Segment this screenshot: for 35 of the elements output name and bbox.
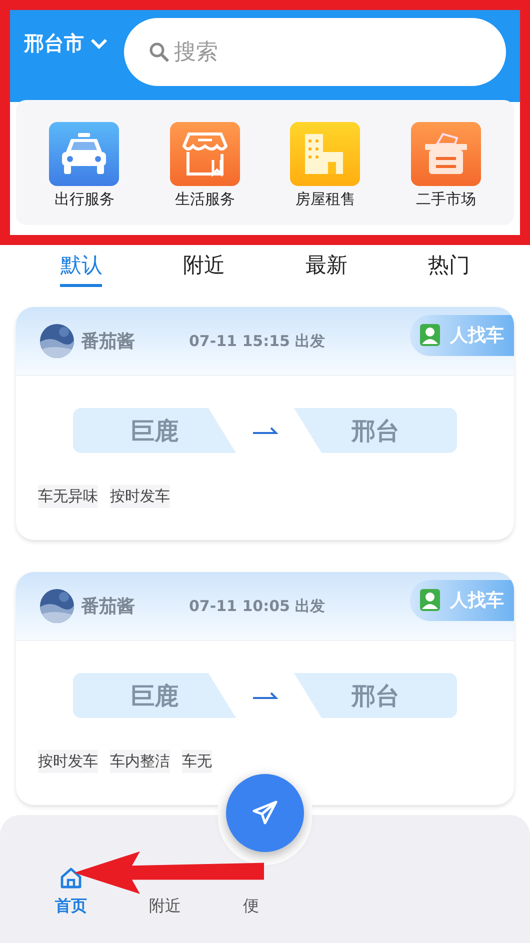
tag: 按时发车 bbox=[38, 750, 98, 773]
tag: 车无异味 bbox=[38, 485, 98, 508]
service-item[interactable]: 出行服务 bbox=[34, 122, 134, 209]
tag: 车内整洁 bbox=[110, 750, 170, 773]
origin-label: 巨鹿 bbox=[73, 673, 236, 718]
tag: 按时发车 bbox=[110, 485, 170, 508]
home-icon bbox=[59, 866, 83, 890]
chevron-icon bbox=[90, 38, 108, 50]
destination-label: 邢台 bbox=[294, 673, 457, 718]
service-item[interactable]: 生活服务 bbox=[154, 122, 255, 209]
shop-icon bbox=[170, 122, 240, 186]
search-field[interactable]: 搜索 bbox=[124, 18, 506, 86]
service-item[interactable]: 房屋租售 bbox=[275, 122, 376, 209]
building-icon bbox=[290, 122, 360, 186]
departure-time: 07-11 10:05 出发 bbox=[189, 596, 326, 616]
tab[interactable]: 附近 bbox=[182, 251, 225, 287]
nav-item[interactable]: 附近 bbox=[149, 896, 181, 917]
origin-label: 巨鹿 bbox=[73, 408, 236, 453]
nav-item[interactable]: 首页 bbox=[55, 866, 87, 917]
trip-type-badge: 人找车 bbox=[410, 314, 514, 356]
trip-type-badge: 人找车 bbox=[410, 580, 514, 620]
service-item[interactable]: 二手市场 bbox=[396, 122, 496, 209]
destination-label: 邢台 bbox=[294, 408, 457, 453]
departure-time: 07-11 15:15 出发 bbox=[189, 332, 326, 350]
tab[interactable]: 默认 bbox=[60, 251, 102, 287]
user-name: 番茄酱 bbox=[81, 595, 136, 618]
tag: 车无 bbox=[182, 750, 212, 773]
basket-icon bbox=[410, 122, 481, 186]
tab[interactable]: 热门 bbox=[428, 251, 470, 287]
trip-card[interactable]: 番茄酱 07-11 10:05 出发 人找车 巨鹿 邢台 按时发车 车内整洁 车无 bbox=[16, 572, 514, 805]
nav-item[interactable]: 便 bbox=[243, 896, 259, 917]
trip-card[interactable]: 番茄酱 07-11 15:15 出发 人找车 巨鹿 邢台 车无异味 按时发车 bbox=[16, 307, 514, 540]
car-icon bbox=[49, 122, 120, 186]
tab[interactable]: 最新 bbox=[305, 251, 348, 287]
user-name: 番茄酱 bbox=[81, 330, 136, 353]
